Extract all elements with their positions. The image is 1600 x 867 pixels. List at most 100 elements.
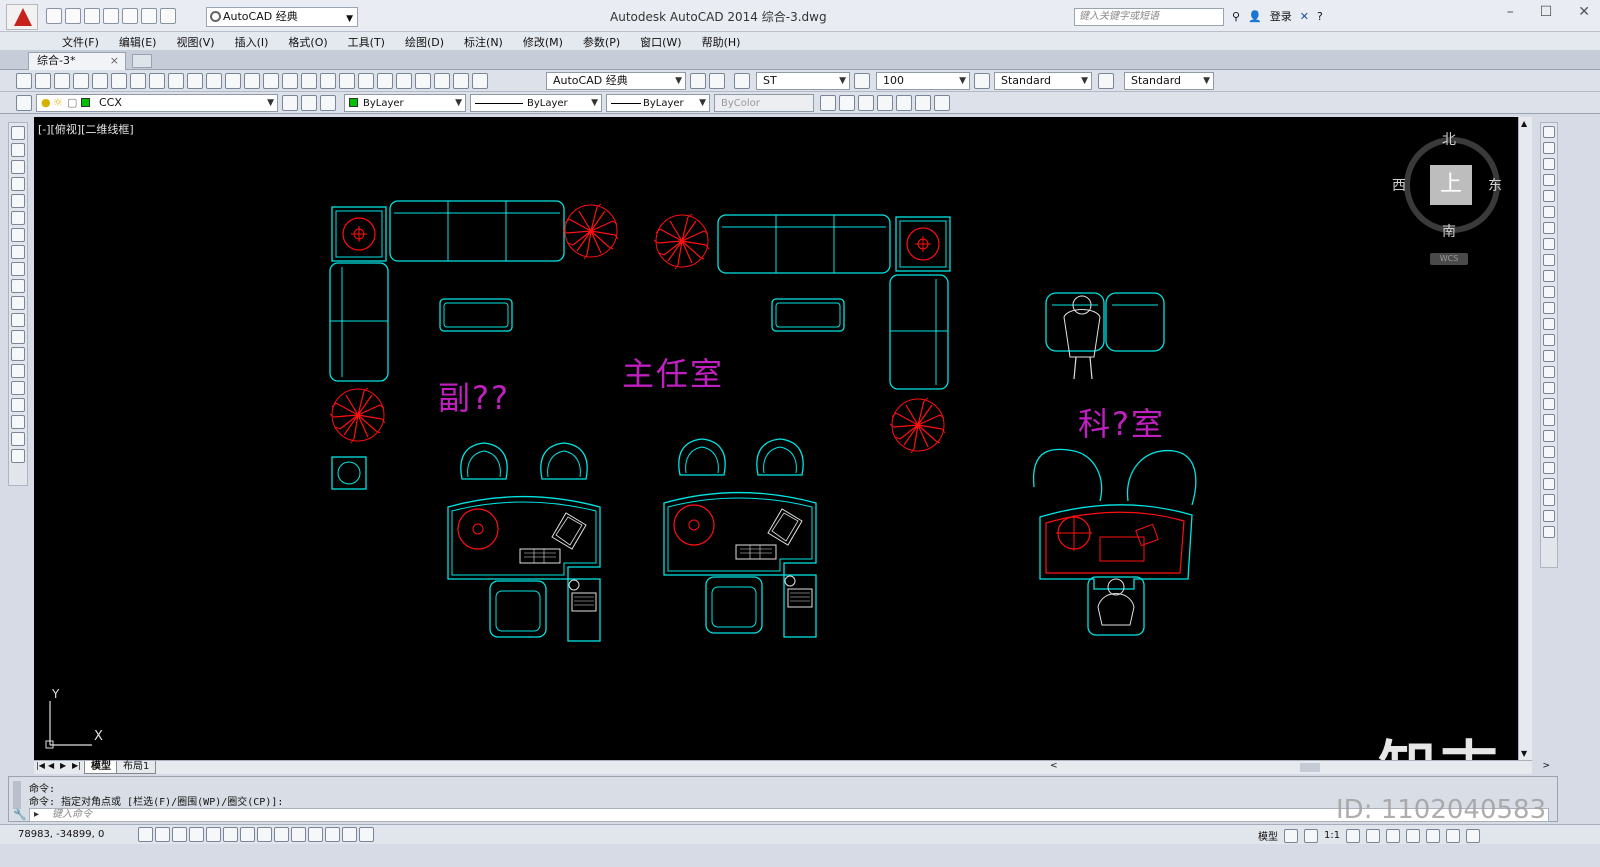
line-icon[interactable] (11, 126, 25, 140)
circle-icon[interactable] (11, 228, 25, 242)
hatch-to-back-icon[interactable] (1543, 494, 1555, 506)
3d-dwf-icon[interactable] (130, 73, 146, 89)
dynamic-ucs-icon[interactable] (274, 827, 289, 842)
cut-icon[interactable] (149, 73, 165, 89)
mirror-icon[interactable] (1543, 158, 1555, 170)
tab-model[interactable]: 模型 (84, 761, 118, 774)
wrench-icon[interactable]: 🔧 (13, 808, 27, 821)
add-selected-icon[interactable] (11, 449, 25, 463)
plot-icon[interactable] (122, 8, 138, 24)
blend-curves-icon[interactable] (1543, 382, 1555, 394)
right-view-icon[interactable] (896, 95, 912, 111)
help-icon[interactable]: ? (1317, 10, 1323, 23)
quick-view-drawings-icon[interactable] (1304, 828, 1318, 843)
named-views-icon[interactable] (820, 95, 836, 111)
trim-icon[interactable] (1543, 270, 1555, 282)
polar-tracking-icon[interactable] (206, 827, 221, 842)
scroll-left-icon[interactable]: < (1050, 761, 1058, 771)
wcs-menu[interactable]: WCS (1430, 253, 1468, 265)
layer-state-manager-icon[interactable] (320, 95, 336, 111)
arc-icon[interactable] (11, 211, 25, 225)
gradient-icon[interactable] (11, 381, 25, 395)
user-icon[interactable]: 👤 (1248, 10, 1262, 23)
close-tab-icon[interactable]: × (110, 53, 119, 69)
application-menu-button[interactable] (6, 4, 38, 30)
erase-icon[interactable] (1543, 126, 1555, 138)
annotation-visibility-icon[interactable] (1346, 828, 1361, 843)
login-link[interactable]: 登录 (1270, 8, 1292, 24)
array-icon[interactable] (1543, 190, 1555, 202)
menu-item-1[interactable]: 编辑(E) (109, 32, 167, 50)
first-layout-icon[interactable]: |◀ (36, 761, 46, 770)
redo-icon[interactable] (160, 8, 176, 24)
scroll-up-icon[interactable]: ▲ (1521, 119, 1527, 128)
spline-icon[interactable] (11, 262, 25, 276)
workspace-settings-icon[interactable] (690, 73, 706, 89)
document-tab[interactable]: 综合-3* × (28, 52, 126, 70)
maximize-icon[interactable]: ☐ (1540, 4, 1553, 20)
workspace-selector[interactable]: AutoCAD 经典 ▼ (206, 7, 358, 27)
auto-scale-icon[interactable] (1366, 828, 1381, 843)
viewcube-south[interactable]: 南 (1442, 221, 1456, 241)
grid-display-icon[interactable] (172, 827, 187, 842)
polyline-icon[interactable] (11, 160, 25, 174)
3d-object-snap-icon[interactable] (240, 827, 255, 842)
prev-layout-icon[interactable]: ◀ (48, 761, 58, 770)
menu-item-11[interactable]: 帮助(H) (692, 32, 751, 50)
zoom-realtime-icon[interactable] (301, 73, 317, 89)
move-icon[interactable] (1543, 206, 1555, 218)
layer-combo[interactable]: ● ☼ ▢ CCX ▼ (36, 94, 278, 112)
send-under-icon[interactable] (1543, 462, 1555, 474)
bottom-view-icon[interactable] (858, 95, 874, 111)
front-view-icon[interactable] (915, 95, 931, 111)
hardware-acceleration-icon[interactable] (1426, 828, 1441, 843)
ortho-mode-icon[interactable] (189, 827, 204, 842)
block-editor-icon[interactable] (225, 73, 241, 89)
horizontal-scrollbar[interactable]: < > (1050, 761, 1550, 773)
object-snap-icon[interactable] (223, 827, 238, 842)
annotation-scale[interactable]: 1:1 (1324, 830, 1340, 841)
rectangle-icon[interactable] (11, 194, 25, 208)
save-as-icon[interactable] (103, 8, 119, 24)
zoom-window-icon[interactable] (320, 73, 336, 89)
draw-order-back-icon[interactable] (1543, 430, 1555, 442)
table-icon[interactable] (11, 415, 25, 429)
join-icon[interactable] (1543, 334, 1555, 346)
redo-icon[interactable] (263, 73, 279, 89)
tool-palettes-icon[interactable] (396, 73, 412, 89)
viewcube[interactable]: 上 北 南 西 东 WCS (1392, 127, 1506, 267)
dim-style-combo[interactable]: Standard ▼ (994, 72, 1092, 90)
undo-icon[interactable] (244, 73, 260, 89)
dim-scale-combo[interactable]: 100 ▼ (876, 72, 970, 90)
table-style-icon[interactable] (974, 73, 990, 89)
binoculars-icon[interactable]: ⚲ (1232, 10, 1240, 23)
qnew-icon[interactable] (16, 73, 32, 89)
help-icon[interactable] (472, 73, 488, 89)
lineweight-icon[interactable] (308, 827, 323, 842)
menu-item-7[interactable]: 标注(N) (454, 32, 513, 50)
transparency-icon[interactable] (325, 827, 340, 842)
sheet-set-icon[interactable] (415, 73, 431, 89)
extend-icon[interactable] (1543, 286, 1555, 298)
command-window-grip[interactable] (13, 781, 21, 809)
multileader-style-icon[interactable] (1098, 73, 1114, 89)
viewcube-face[interactable]: 上 (1430, 165, 1472, 205)
break-at-point-icon[interactable] (1543, 302, 1555, 314)
new-tab-button[interactable] (132, 54, 152, 68)
fillet-icon[interactable] (1543, 366, 1555, 378)
viewcube-east[interactable]: 东 (1488, 175, 1502, 195)
ellipse-icon[interactable] (11, 279, 25, 293)
viewcube-west[interactable]: 西 (1392, 175, 1406, 195)
left-view-icon[interactable] (877, 95, 893, 111)
text-to-front-icon[interactable] (1543, 478, 1555, 490)
scale-icon[interactable] (1543, 238, 1555, 250)
back-view-icon[interactable] (934, 95, 950, 111)
dynamic-input-icon[interactable] (291, 827, 306, 842)
lineweight-combo[interactable]: ByLayer ▼ (606, 94, 710, 112)
copy-icon[interactable] (1543, 142, 1555, 154)
command-input[interactable]: ▸ 键入命令 (29, 808, 1549, 822)
viewcube-north[interactable]: 北 (1442, 129, 1456, 149)
close-icon[interactable]: ✕ (1578, 4, 1590, 20)
snap-mode-icon[interactable] (155, 827, 170, 842)
coordinate-readout[interactable]: 78983, -34899, 0 (18, 829, 104, 840)
